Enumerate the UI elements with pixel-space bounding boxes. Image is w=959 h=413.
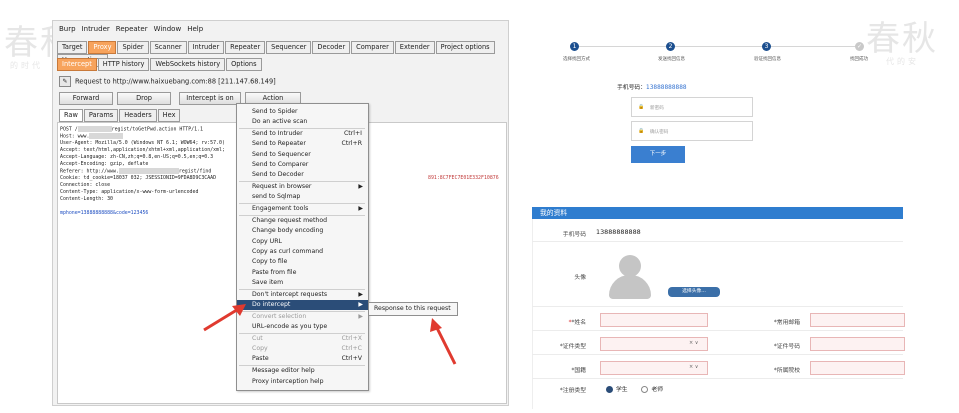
lock-icon: 🔒 [638,128,645,134]
radio-teacher[interactable] [641,386,649,393]
red-arrow-right [430,318,457,365]
step-done-check-icon: ✓ [855,42,864,51]
profile-phone-value: 13888888888 [596,228,641,236]
email-label: *常用邮箱 [773,320,800,326]
name-input[interactable] [600,313,708,327]
radio-student-label: 学生 [616,387,628,393]
confirm-password-field[interactable]: 🔒 确认密码 [631,121,753,141]
reg-type-radio-group: 学生 老师 [606,384,663,393]
name-label-text: *姓名 [571,320,587,326]
choose-avatar-button[interactable]: 选择头像... [668,287,720,297]
avatar-icon [619,255,641,277]
school-input[interactable] [810,361,905,375]
step-4-label: 找回成功 [850,57,868,62]
step-3-label: 验证找回信息 [754,57,781,62]
reset-password-panel: 1 2 3 ✓ 选择找回方式 发送找回信息 验证找回信息 找回成功 手机号码：1… [530,24,900,194]
profile-phone-label: 手机号码 [562,232,586,238]
step-3-badge: 3 [762,42,771,51]
id-number-label: *证件号码 [773,344,800,350]
confirm-password-placeholder: 确认密码 [650,130,669,135]
phone-value: 13888888888 [646,85,687,91]
id-type-clear-chevron-icon[interactable]: × ∨ [689,340,698,346]
id-number-input[interactable] [810,337,905,351]
next-step-button[interactable]: 下一步 [631,146,685,163]
school-label: *所属院校 [773,368,800,374]
step-line [574,46,859,47]
phone-label: 手机号码： [617,85,646,91]
phone-row: 手机号码：13888888888 [617,82,687,91]
nationality-label: *国籍 [571,368,587,374]
new-password-field[interactable]: 🔒 新密码 [631,97,753,117]
id-type-label: *证件类型 [559,344,586,350]
step-1-label: 选择找回方式 [563,57,590,62]
radio-teacher-label: 老师 [651,387,664,393]
name-label: **姓名 [548,317,586,326]
profile-header: 我的资料 [532,207,903,219]
nationality-clear-chevron-icon[interactable]: × ∨ [689,364,698,370]
profile-title: 我的资料 [540,209,568,217]
new-password-placeholder: 新密码 [650,106,664,111]
step-1-badge: 1 [570,42,579,51]
lock-icon: 🔒 [638,104,645,110]
email-input[interactable] [810,313,905,327]
avatar-label: 头像 [574,275,586,281]
red-arrow-left [203,304,246,332]
radio-student[interactable] [606,386,613,393]
step-2-badge: 2 [666,42,675,51]
step-2-label: 发送找回信息 [658,57,685,62]
reg-type-label: *注册类型 [559,388,586,394]
